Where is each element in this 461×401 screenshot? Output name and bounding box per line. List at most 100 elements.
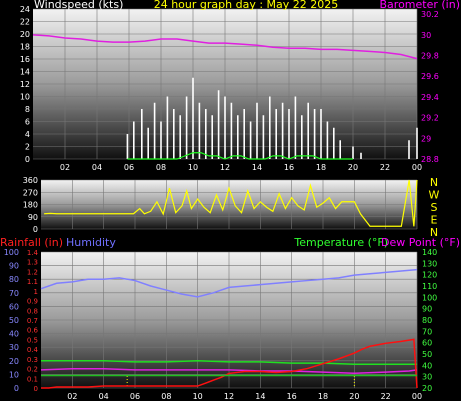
gust-bar [133, 121, 135, 159]
gust-bar [160, 121, 162, 159]
rain-tick-label: 0.8 [27, 307, 38, 315]
baro-tick-label: 30 [421, 31, 431, 40]
gust-bar [360, 152, 362, 159]
humidity-tick-label: 70 [9, 289, 19, 298]
wind-x-tick-label: 20 [348, 163, 358, 172]
gust-bar [230, 102, 233, 159]
gust-bar [307, 102, 309, 159]
wind-x-tick-label: 14 [252, 163, 262, 172]
compass-labels: NWSEN [429, 176, 440, 239]
humidity-tick-label: 40 [9, 330, 19, 339]
gust-bar [126, 134, 129, 159]
rain-tick-label: 0.5 [27, 336, 38, 344]
temp-x-tick-label: 02 [67, 392, 77, 401]
wind-x-tick-label: 10 [188, 163, 198, 172]
rain-tick-label: 0 [34, 385, 38, 393]
rain-tick-label: 1.4 [27, 249, 39, 257]
temp-tick-label: 140 [422, 248, 437, 257]
wind-tick-label: 12 [20, 80, 30, 89]
rainfall-axis-label: Rainfall (in) [0, 236, 63, 249]
gust-bar [243, 109, 245, 159]
humidity-axis-label: Humidity [66, 236, 116, 249]
temp-x-tick-label: 22 [381, 392, 391, 401]
wind-tick-label: 22 [20, 18, 30, 27]
wind-x-tick-label: 22 [380, 163, 390, 172]
wind-x-tick-label: 02 [60, 163, 70, 172]
gust-bar [416, 127, 418, 159]
temperature-axis-label: Temperature (°F) [293, 236, 388, 249]
temp-tick-label: 110 [422, 282, 437, 291]
wind-x-tick-label: 00 [412, 163, 422, 172]
temp-tick-label: 80 [422, 316, 432, 325]
gust-bar [313, 109, 316, 159]
wind-tick-label: 6 [25, 118, 30, 127]
temp-x-tick-label: 04 [99, 392, 109, 401]
wind-axis-label: Windspeed (kts) [34, 0, 123, 11]
wind-tick-label: 4 [25, 130, 30, 139]
dir-tick-label: 0 [33, 225, 38, 234]
baro-tick-label: 29 [421, 134, 431, 143]
wind-baro-panel: 02468101214161820222428.82929.229.429.62… [0, 0, 461, 172]
humidity-tick-label: 30 [9, 343, 19, 352]
gust-bar [320, 109, 322, 159]
wind-x-tick-label: 18 [316, 163, 326, 172]
humidity-tick-label: 80 [9, 275, 19, 284]
wind-tick-label: 14 [20, 68, 30, 77]
temp-tick-label: 60 [422, 339, 432, 348]
humidity-tick-label: 0 [14, 384, 19, 393]
temp-tick-label: 40 [422, 361, 432, 370]
baro-tick-label: 29.4 [421, 93, 439, 102]
temp-hum-rain-panel: 010203040506070809010000.10.20.30.40.50.… [0, 236, 460, 401]
rain-tick-label: 0.3 [27, 356, 38, 364]
temp-x-tick-label: 18 [318, 392, 328, 401]
gust-bar [205, 109, 207, 159]
rain-tick-label: 0.6 [27, 327, 39, 335]
gust-bar [408, 140, 410, 159]
gust-bar [217, 90, 220, 159]
wind-tick-label: 8 [25, 105, 30, 114]
gust-bar [326, 121, 329, 159]
wind-x-tick-label: 16 [284, 163, 294, 172]
gust-bar [294, 96, 297, 159]
wind-tick-label: 0 [25, 155, 30, 164]
humidity-tick-label: 20 [9, 357, 19, 366]
compass-letter: S [431, 201, 438, 214]
gust-bar [141, 109, 143, 159]
humidity-tick-label: 50 [9, 316, 19, 325]
dewpoint-axis-label: Dew Point (°F) [381, 236, 460, 249]
direction-panel: 090180270360 NWSEN [23, 176, 440, 239]
weather-chart: 02468101214161820222428.82929.229.429.62… [0, 0, 461, 401]
temp-x-tick-label: 16 [287, 392, 297, 401]
gust-bar [339, 140, 341, 159]
wind-x-tick-label: 08 [156, 163, 166, 172]
gust-bar [153, 102, 156, 159]
dir-tick-label: 360 [23, 176, 38, 185]
gust-bar [237, 115, 239, 159]
temp-x-tick-label: 14 [255, 392, 265, 401]
wind-tick-label: 24 [20, 5, 30, 14]
gust-bar [275, 109, 277, 159]
dir-tick-label: 90 [28, 213, 38, 222]
rain-tick-label: 1.1 [27, 278, 38, 286]
gust-bar [147, 127, 149, 159]
humidity-tick-label: 100 [4, 248, 19, 257]
wind-tick-label: 18 [20, 43, 30, 52]
gust-bar [249, 121, 252, 159]
temp-x-tick-label: 10 [193, 392, 203, 401]
wind-tick-label: 20 [20, 30, 30, 39]
gust-bar [192, 77, 194, 159]
gust-bar [224, 96, 226, 159]
gust-bar [301, 115, 303, 159]
gust-bar [179, 115, 181, 159]
wind-tick-label: 10 [20, 93, 30, 102]
gust-bar [269, 96, 271, 159]
gust-bar [211, 115, 213, 159]
temp-tick-label: 50 [422, 350, 432, 359]
wind-x-tick-label: 06 [124, 163, 134, 172]
compass-letter: W [429, 189, 440, 202]
chart-title: 24 hour graph day : May 22 2025 [154, 0, 339, 11]
temp-tick-label: 90 [422, 305, 432, 314]
rain-tick-label: 0.1 [27, 375, 38, 383]
baro-tick-label: 29.6 [421, 72, 439, 81]
gust-bar [166, 96, 169, 159]
